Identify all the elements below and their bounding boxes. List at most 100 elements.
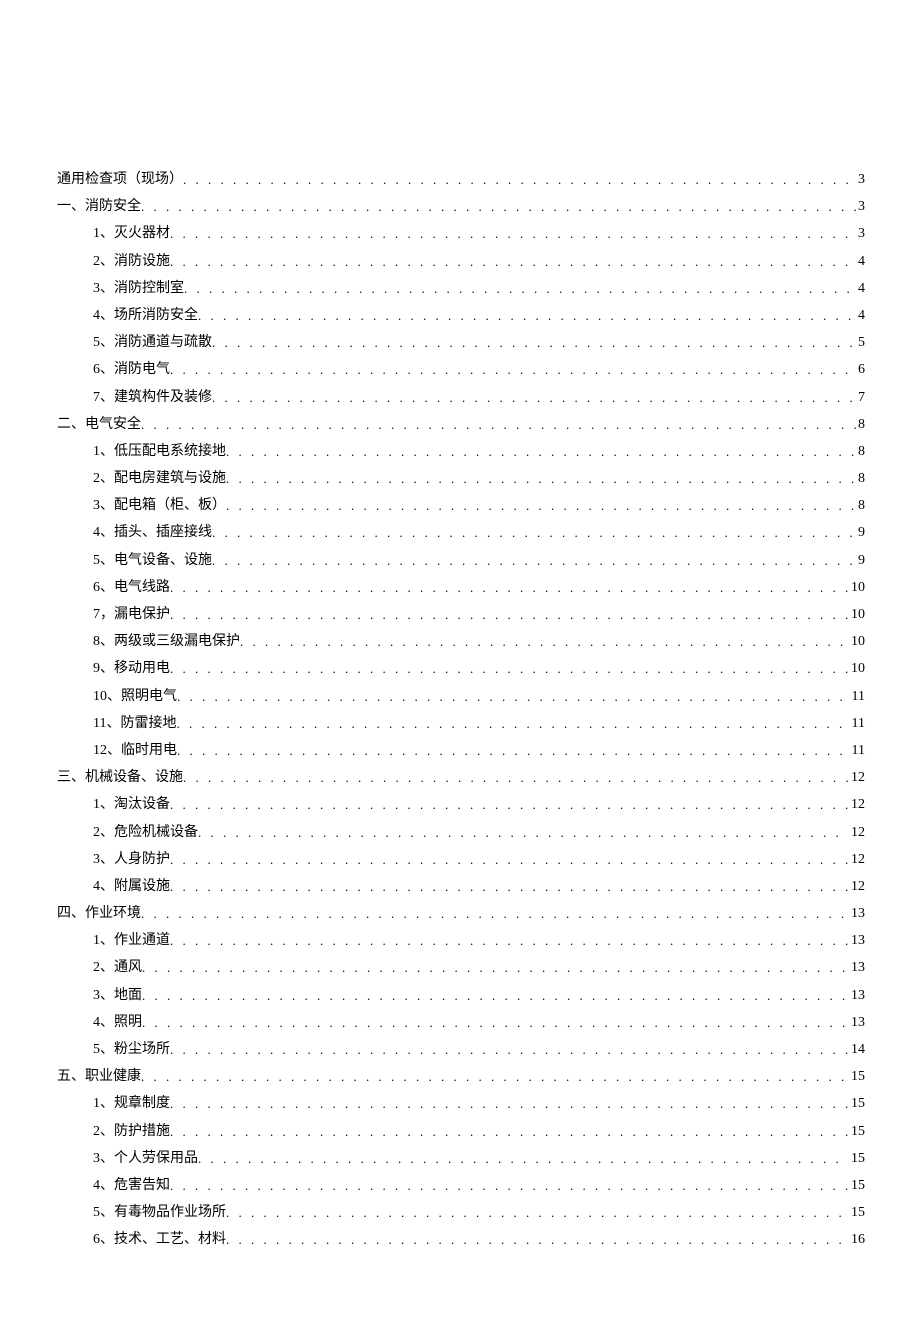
toc-entry: 4、危害告知 15 [57,1178,865,1193]
toc-entry: 9、移动用电 10 [57,661,865,676]
toc-leader-dots [198,1152,849,1165]
toc-leader-dots [170,581,849,594]
toc-entry: 2、配电房建筑与设施8 [57,471,865,486]
toc-entry-page: 15 [849,1125,865,1139]
toc-entry-title: 2、配电房建筑与设施 [57,472,226,486]
toc-entry-title: 6、技术、工艺、材料 [57,1233,226,1247]
toc-entry-title: 5、粉尘场所 [57,1043,170,1057]
toc-entry-page: 8 [856,445,865,459]
toc-leader-dots [183,173,856,186]
toc-leader-dots [170,1179,849,1192]
toc-entry-title: 2、危险机械设备 [57,826,198,840]
toc-leader-dots [170,1043,849,1056]
toc-leader-dots [141,418,856,431]
toc-entry: 1、规章制度15 [57,1096,865,1111]
toc-entry: 7，漏电保护10 [57,607,865,622]
toc-entry: 2、防护措施 15 [57,1124,865,1139]
toc-entry: 6、消防电气6 [57,362,865,377]
toc-entry: 4、附属设施12 [57,879,865,894]
toc-entry-page: 12 [849,798,865,812]
toc-entry: 10、照明电气 11 [57,689,865,704]
toc-entry-title: 4、插头、插座接线 [57,526,212,540]
toc-entry-page: 12 [849,826,865,840]
toc-entry-title: 五、职业健康 [57,1070,141,1084]
toc-entry: 5、有毒物品作业场所15 [57,1205,865,1220]
toc-leader-dots [226,499,856,512]
toc-entry: 8、两级或三级漏电保护10 [57,634,865,649]
toc-entry-title: 一、消防安全 [57,200,141,214]
toc-entry-page: 15 [849,1206,865,1220]
toc-entry: 五、职业健康 15 [57,1069,865,1084]
toc-entry-page: 9 [856,526,865,540]
toc-entry-title: 7，漏电保护 [57,608,170,622]
toc-leader-dots [142,961,849,974]
toc-leader-dots [184,282,856,295]
toc-entry-page: 10 [849,581,865,595]
toc-entry: 2、通风13 [57,960,865,975]
toc-entry-page: 4 [856,255,865,269]
toc-entry: 1、作业通道13 [57,933,865,948]
toc-leader-dots [170,880,849,893]
toc-entry-page: 3 [856,227,865,241]
toc-entry-page: 10 [849,635,865,649]
toc-entry-title: 3、人身防护 [57,853,170,867]
toc-entry-title: 二、电气安全 [57,418,141,432]
toc-entry-title: 5、电气设备、设施 [57,554,212,568]
toc-leader-dots [226,1206,849,1219]
toc-entry-page: 5 [856,336,865,350]
toc-leader-dots [170,662,849,675]
toc-entry: 二、电气安全8 [57,417,865,432]
toc-entry: 11、防雷接地 11 [57,716,865,731]
toc-entry: 3、消防控制室4 [57,281,865,296]
toc-entry: 4、照明13 [57,1015,865,1030]
toc-leader-dots [142,1016,849,1029]
toc-entry: 三、机械设备、设施12 [57,770,865,785]
toc-entry-page: 6 [856,363,865,377]
toc-entry-title: 9、移动用电 [57,662,170,676]
toc-entry-title: 10、照明电气 [57,690,177,704]
toc-entry-page: 12 [849,853,865,867]
toc-leader-dots [170,255,856,268]
toc-entry: 6、技术、工艺、材料 16 [57,1232,865,1247]
toc-entry-page: 3 [856,173,865,187]
toc-entry-page: 15 [849,1179,865,1193]
toc-entry-title: 4、危害告知 [57,1179,170,1193]
toc-entry-page: 11 [850,744,865,758]
toc-entry-title: 1、淘汰设备 [57,798,170,812]
toc-entry-title: 11、防雷接地 [57,717,176,731]
toc-entry: 3、人身防护 12 [57,852,865,867]
toc-entry-title: 5、消防通道与疏散 [57,336,212,350]
toc-leader-dots [170,1125,849,1138]
toc-leader-dots [226,445,856,458]
toc-leader-dots [198,309,856,322]
toc-entry-title: 2、防护措施 [57,1125,170,1139]
toc-entry: 1、灭火器材3 [57,226,865,241]
toc-entry-title: 6、电气线路 [57,581,170,595]
toc-leader-dots [170,934,849,947]
toc-entry-page: 4 [856,309,865,323]
toc-leader-dots [212,526,856,539]
toc-entry-page: 3 [856,200,865,214]
toc-entry-title: 通用检查项（现场） [57,173,183,187]
toc-entry-page: 15 [849,1070,865,1084]
toc-leader-dots [240,635,849,648]
toc-leader-dots [212,336,856,349]
toc-entry: 2、危险机械设备 12 [57,825,865,840]
toc-entry-title: 4、场所消防安全 [57,309,198,323]
toc-entry: 四、作业环境13 [57,906,865,921]
toc-entry: 7、建筑构件及装修7 [57,390,865,405]
toc-entry-page: 11 [850,717,865,731]
toc-entry: 1、低压配电系统接地8 [57,444,865,459]
toc-leader-dots [170,227,856,240]
toc-entry-page: 10 [849,662,865,676]
toc-entry-page: 11 [850,690,865,704]
toc-entry-page: 4 [856,282,865,296]
toc-entry-page: 8 [856,499,865,513]
toc-entry: 2、消防设施4 [57,254,865,269]
toc-entry-page: 15 [849,1097,865,1111]
toc-entry-page: 16 [849,1233,865,1247]
toc-entry: 5、电气设备、设施9 [57,553,865,568]
toc-entry: 12、临时用电11 [57,743,865,758]
toc-entry: 4、场所消防安全 4 [57,308,865,323]
toc-leader-dots [170,1097,849,1110]
